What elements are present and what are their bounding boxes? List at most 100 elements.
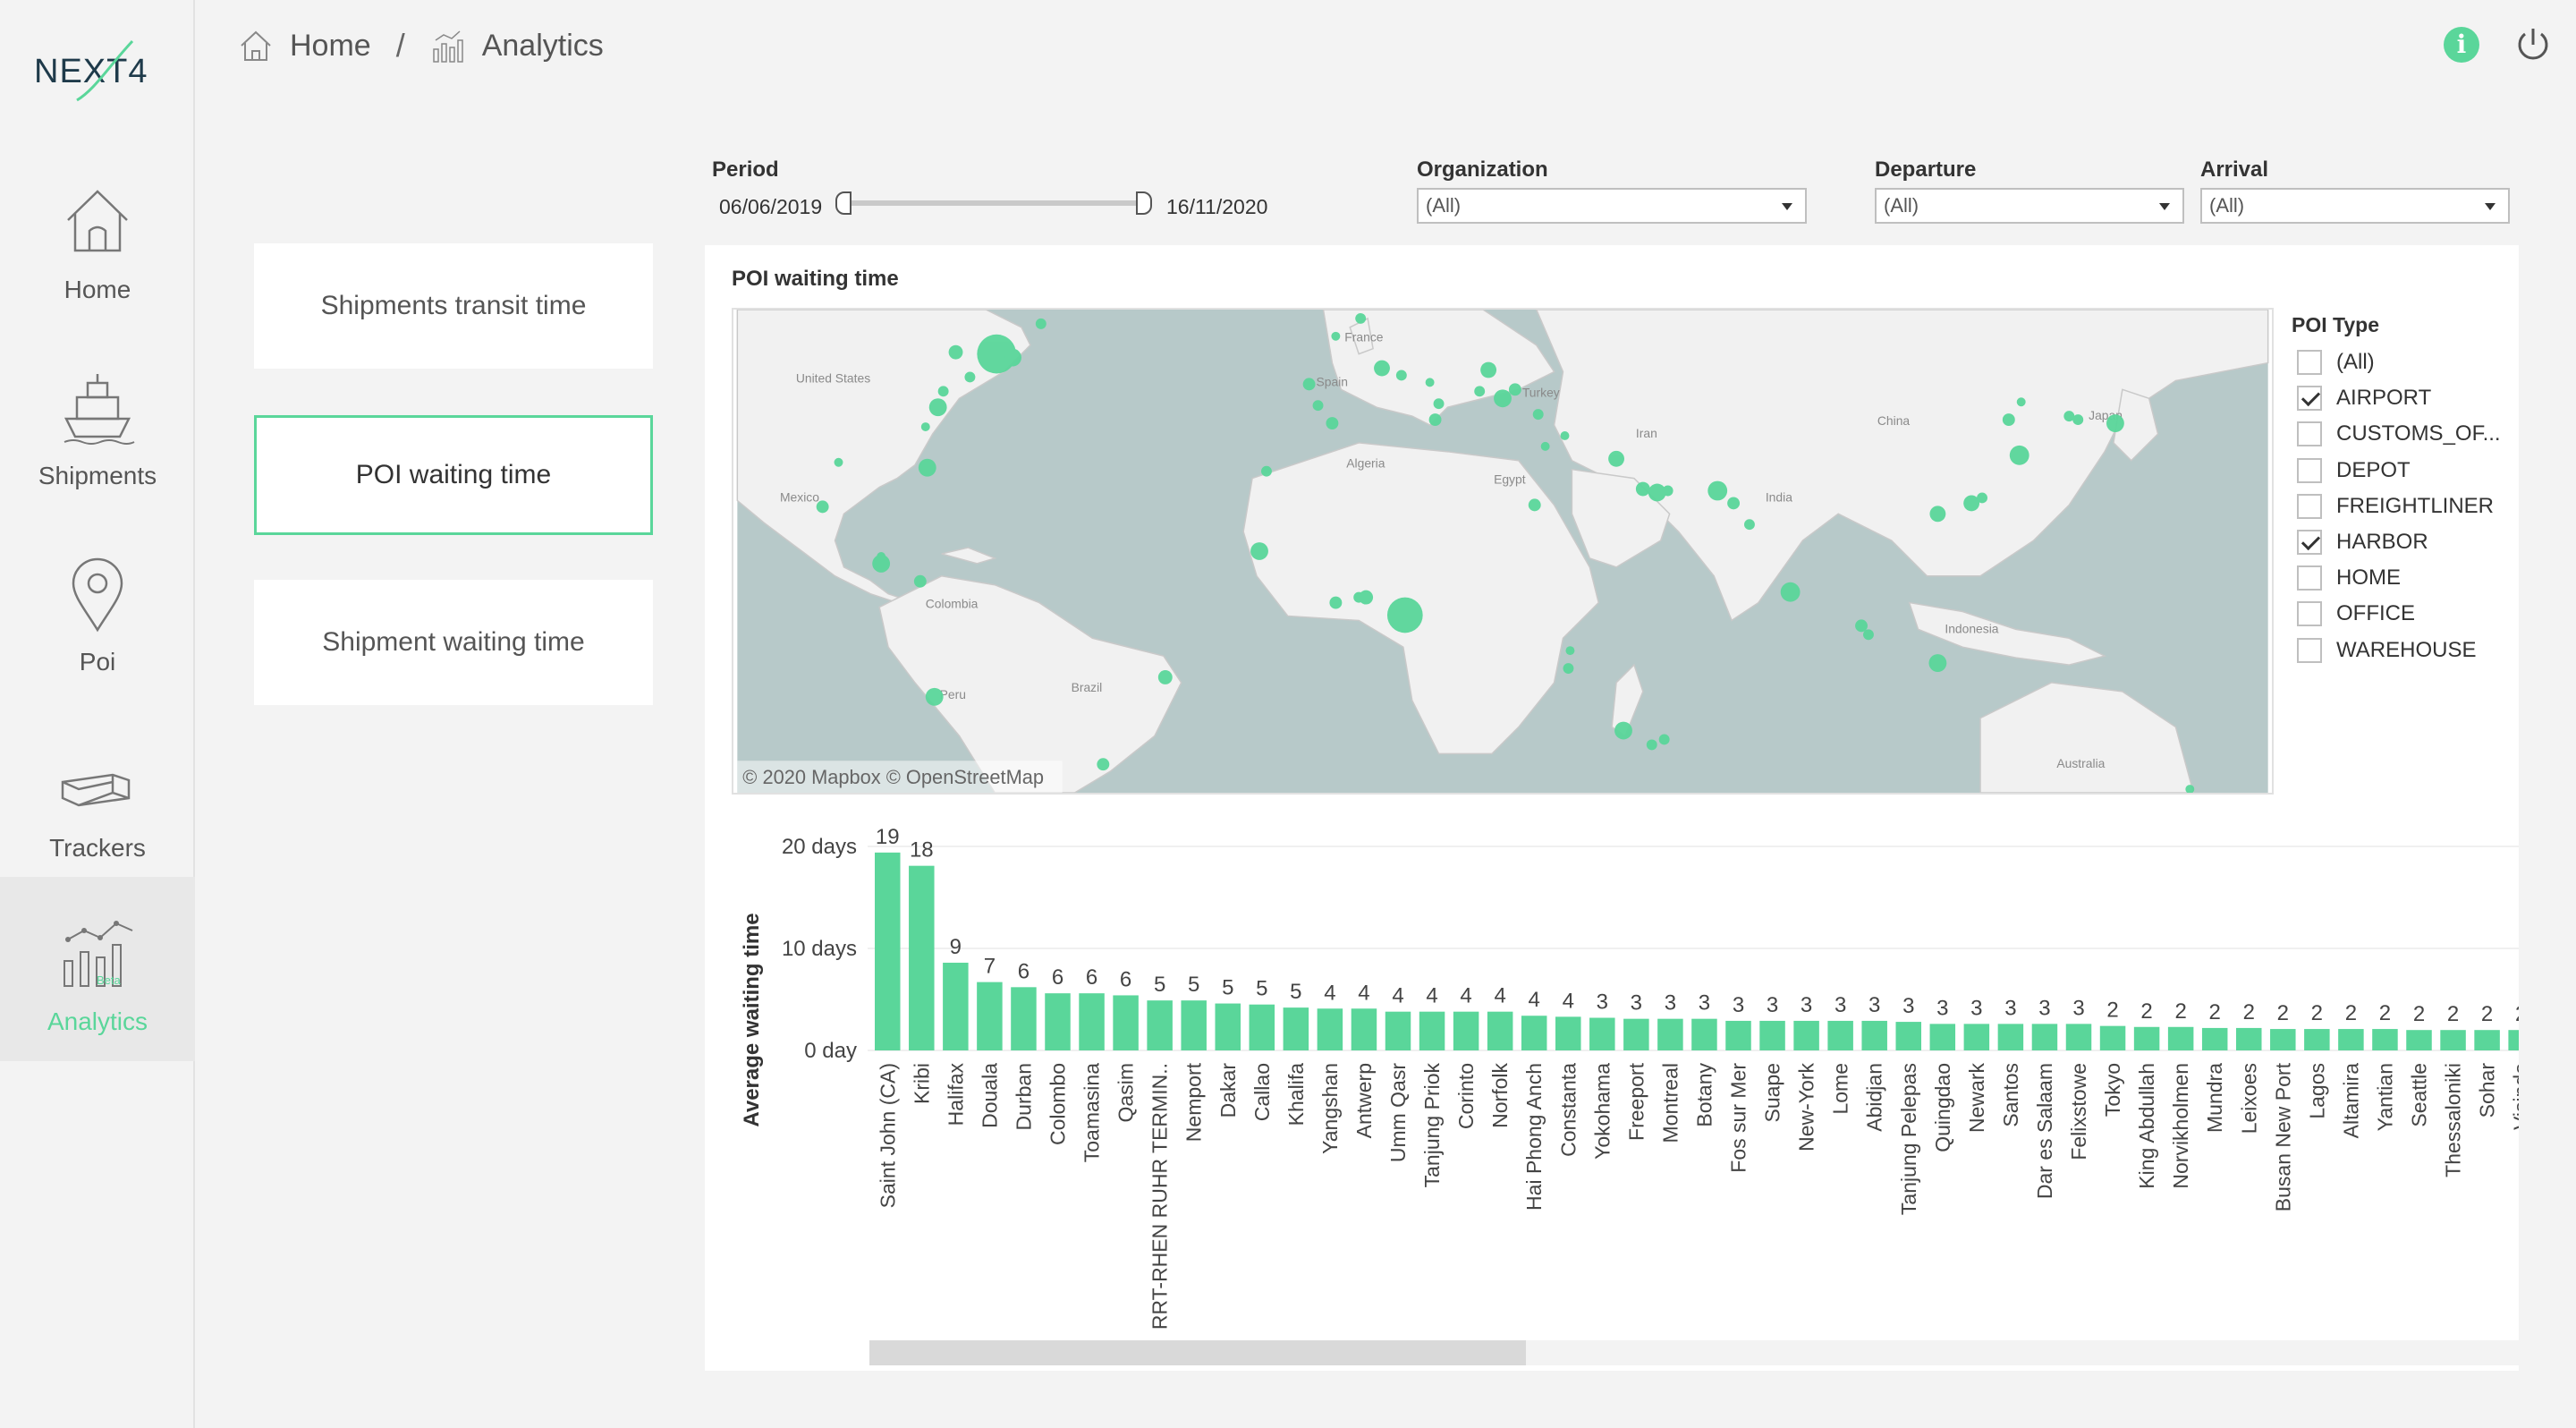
chart-bar <box>2474 1030 2500 1050</box>
legend-checkbox[interactable] <box>2297 637 2322 663</box>
chart-bar <box>2133 1026 2160 1050</box>
sidebar-item-home[interactable]: Home <box>0 145 195 329</box>
map-marker <box>1744 519 1755 531</box>
map-marker <box>948 344 963 360</box>
chart-data-label: 5 <box>1222 976 1233 1000</box>
chart-ytick-label: 0 day <box>804 1039 857 1063</box>
legend-item[interactable]: OFFICE <box>2297 600 2415 627</box>
chart-x-label: Tokyo <box>2101 1063 2124 1117</box>
map-marker <box>920 422 930 431</box>
period-slider-track[interactable] <box>844 200 1145 206</box>
chart-data-label: 3 <box>1902 994 1914 1018</box>
power-icon[interactable] <box>2512 23 2555 66</box>
chart-data-label: 3 <box>2004 996 2016 1020</box>
chart-x-label: Altamira <box>2339 1063 2362 1139</box>
logo[interactable]: NEXT4 <box>32 36 166 107</box>
legend-item[interactable]: CUSTOMS_OF... <box>2297 421 2501 447</box>
menu-shipments-transit-time[interactable]: Shipments transit time <box>254 243 653 369</box>
chart-x-label: King Abdullah <box>2135 1063 2158 1189</box>
chart-data-label: 6 <box>1052 965 1063 990</box>
chart-x-label: Toamasina <box>1080 1063 1104 1162</box>
chart-data-label: 2 <box>2140 999 2152 1024</box>
map-label: Spain <box>1317 374 1348 388</box>
legend-checkbox[interactable] <box>2297 386 2322 412</box>
legend-checkbox[interactable] <box>2297 350 2322 375</box>
chart-data-label: 2 <box>2106 999 2118 1023</box>
map-marker <box>928 398 947 417</box>
breadcrumb-home[interactable]: Home <box>290 29 371 64</box>
chart-data-label: 6 <box>1018 959 1030 983</box>
analytics-icon: Beta <box>64 921 133 987</box>
chart-bar <box>2099 1025 2126 1050</box>
map-marker <box>1528 498 1541 512</box>
chart-bar <box>2201 1027 2228 1050</box>
map-marker <box>1374 360 1390 377</box>
home-icon <box>67 190 128 252</box>
chart-data-label: 3 <box>1665 991 1676 1016</box>
chart-data-label: 7 <box>984 955 996 979</box>
legend-item[interactable]: FREIGHTLINER <box>2297 493 2494 520</box>
map-marker <box>1433 398 1445 410</box>
sidebar-item-trackers[interactable]: Trackers <box>0 703 195 888</box>
chart-bar <box>1861 1020 1887 1050</box>
legend-checkbox[interactable] <box>2297 565 2322 591</box>
departure-select[interactable]: (All) <box>1875 188 2184 224</box>
arrival-select[interactable]: (All) <box>2200 188 2510 224</box>
map-label: Egypt <box>1494 472 1526 487</box>
chart-yticks: 20 days 10 days 0 day <box>782 835 857 1063</box>
legend-item[interactable]: (All) <box>2297 349 2375 376</box>
legend-item-label: HOME <box>2336 565 2401 591</box>
legend-item[interactable]: HOME <box>2297 565 2401 591</box>
map-marker <box>1326 417 1339 430</box>
info-icon[interactable]: i <box>2444 27 2479 63</box>
legend-checkbox[interactable] <box>2297 457 2322 483</box>
period-slider-end-handle[interactable] <box>1136 191 1152 215</box>
chart-x-label: Quingdao <box>1931 1063 1954 1152</box>
map-marker <box>1928 654 1947 672</box>
map-marker <box>1428 413 1442 427</box>
legend-checkbox[interactable] <box>2297 601 2322 627</box>
legend-checkbox[interactable] <box>2297 493 2322 519</box>
arrival-value: (All) <box>2209 194 2245 217</box>
chart-data-label: 3 <box>1868 993 1880 1017</box>
legend-checkbox[interactable] <box>2297 530 2322 555</box>
organization-label: Organization <box>1417 157 1548 182</box>
chart-bar <box>1725 1020 1751 1050</box>
map-marker <box>1508 383 1521 396</box>
panel-title: POI waiting time <box>732 267 899 291</box>
map-marker <box>918 458 936 477</box>
chart-scrollbar-thumb[interactable] <box>869 1340 1526 1365</box>
sidebar-item-label: Shipments <box>38 462 157 489</box>
chart-x-label: Lome <box>1829 1063 1852 1115</box>
map-marker <box>1386 597 1423 633</box>
menu-poi-waiting-time[interactable]: POI waiting time <box>254 415 653 535</box>
legend-item[interactable]: WAREHOUSE <box>2297 637 2476 664</box>
chart-data-label: 4 <box>1460 984 1471 1008</box>
map-marker <box>1608 450 1624 467</box>
period-slider-start-handle[interactable] <box>835 191 852 215</box>
map-marker <box>2072 414 2084 426</box>
legend-checkbox[interactable] <box>2297 421 2322 447</box>
period-start: 06/06/2019 <box>719 195 823 218</box>
legend-item[interactable]: HARBOR <box>2297 529 2428 556</box>
map-label: United States <box>796 370 870 385</box>
organization-select[interactable]: (All) <box>1417 188 1807 224</box>
chart-bar <box>909 865 935 1050</box>
menu-shipment-waiting-time[interactable]: Shipment waiting time <box>254 580 653 705</box>
chart-data-label: 3 <box>1733 993 1744 1017</box>
legend-item-label: DEPOT <box>2336 457 2411 482</box>
sidebar-item-shipments[interactable]: Shipments <box>0 331 195 515</box>
chart-bar <box>1589 1017 1615 1050</box>
chart-bar <box>2270 1029 2296 1050</box>
chart-bar <box>2065 1024 2092 1050</box>
sidebar-item-analytics[interactable]: Beta Analytics <box>0 877 195 1061</box>
chart-bar <box>1453 1011 1479 1050</box>
world-map[interactable]: United States Mexico Colombia Peru Brazi… <box>732 308 2274 795</box>
sidebar-item-poi[interactable]: Poi <box>0 517 195 701</box>
map-marker <box>2009 445 2029 465</box>
legend-item[interactable]: DEPOT <box>2297 457 2411 484</box>
chart-data-label: 5 <box>1290 980 1301 1004</box>
legend-item[interactable]: AIRPORT <box>2297 385 2431 412</box>
chart-bar <box>1691 1018 1717 1050</box>
chart-bar <box>1283 1007 1309 1050</box>
